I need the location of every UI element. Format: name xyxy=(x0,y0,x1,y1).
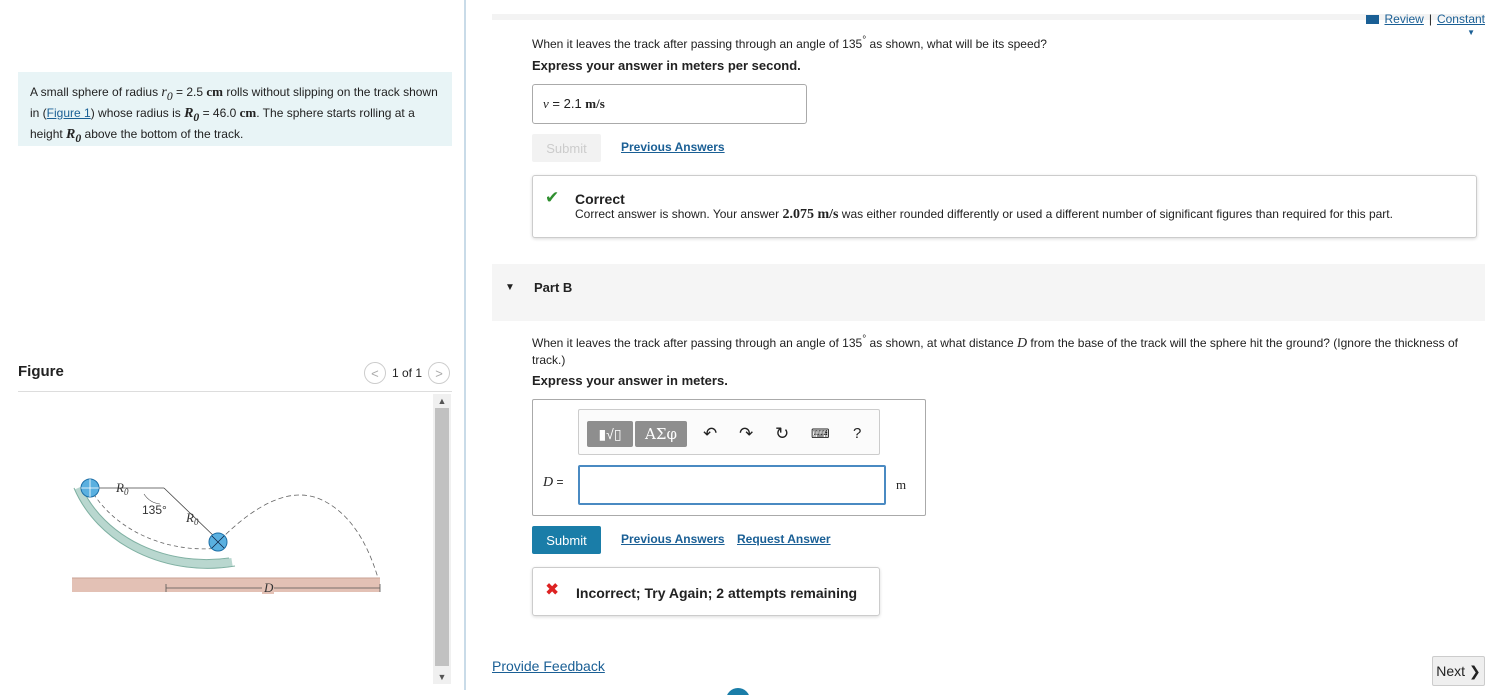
part-b-header[interactable]: ▼ Part B xyxy=(492,264,1485,321)
feedback-message: Correct answer is shown. Your answer 2.0… xyxy=(575,207,1393,222)
panel-divider[interactable] xyxy=(464,0,466,690)
review-link[interactable]: Review xyxy=(1384,12,1423,26)
reset-icon[interactable]: ↻ xyxy=(775,424,789,444)
prev-figure-button[interactable]: < xyxy=(363,362,386,384)
left-panel: A small sphere of radius r0 = 2.5 cm rol… xyxy=(0,0,465,695)
figure-header: Figure < 1 of 1 > xyxy=(18,360,452,392)
r0-unit: cm xyxy=(206,84,223,99)
part-a-submit-button[interactable]: Submit xyxy=(532,134,601,162)
figure-link[interactable]: Figure 1 xyxy=(47,106,91,120)
keyboard-icon[interactable]: ⌨ xyxy=(811,426,830,442)
dashed-center-path xyxy=(89,487,221,550)
next-figure-button[interactable]: > xyxy=(428,362,450,384)
part-a-answer-field[interactable]: v = 2.1 m/s xyxy=(532,84,807,124)
R0-unit: cm xyxy=(239,104,257,120)
chat-bubble-icon[interactable] xyxy=(726,688,750,695)
next-button[interactable]: Next ❯ xyxy=(1432,656,1485,686)
part-a-previous-answers-link[interactable]: Previous Answers xyxy=(621,140,725,154)
figure-scrollbar[interactable]: ▲ ▼ xyxy=(433,394,451,684)
incorrect-feedback-title: Incorrect; Try Again; 2 attempts remaini… xyxy=(576,585,858,601)
label-d: D xyxy=(263,580,274,595)
d-answer-input[interactable] xyxy=(578,465,886,505)
redo-icon[interactable]: ↷ xyxy=(739,424,753,444)
ground xyxy=(72,578,380,592)
part-b-instruction: Express your answer in meters. xyxy=(532,373,728,388)
caret-down-icon[interactable]: ▼ xyxy=(505,282,515,293)
label-r0-a: R0 xyxy=(115,480,129,497)
problem-text: A small sphere of radius xyxy=(30,85,162,99)
figure-title: Figure xyxy=(18,363,64,380)
d-unit: m xyxy=(896,477,907,492)
part-b-submit-button[interactable]: Submit xyxy=(532,526,601,554)
part-a-feedback: ✔ Correct Correct answer is shown. Your … xyxy=(532,175,1477,238)
scroll-down-arrow[interactable]: ▼ xyxy=(433,670,451,684)
part-b-previous-answers-link[interactable]: Previous Answers xyxy=(621,532,725,546)
greek-symbols-button[interactable]: ΑΣφ xyxy=(635,421,687,447)
feedback-title: Correct xyxy=(575,191,625,207)
track-figure: R0 135° R0 D xyxy=(72,478,381,595)
part-b-feedback: ✖ Incorrect; Try Again; 2 attempts remai… xyxy=(532,567,880,616)
templates-button[interactable]: ▮√▯ xyxy=(587,421,633,447)
x-icon: ✖ xyxy=(545,580,560,599)
part-a-question: When it leaves the track after passing t… xyxy=(532,35,1047,51)
r0-symbol: r0 xyxy=(161,85,173,103)
scroll-up-arrow[interactable]: ▲ xyxy=(433,394,451,408)
top-bar: Review | Constant ▼ xyxy=(492,12,1485,37)
help-button[interactable]: ? xyxy=(853,425,861,442)
undo-icon[interactable]: ↶ xyxy=(703,424,717,444)
R0-symbol-2: R0 xyxy=(66,126,82,145)
math-toolbar: ▮√▯ ΑΣφ ↶ ↷ ↻ ⌨ ? xyxy=(578,409,880,455)
request-answer-link[interactable]: Request Answer xyxy=(737,532,831,546)
part-a-instruction: Express your answer in meters per second… xyxy=(532,58,801,73)
track xyxy=(74,486,233,568)
figure-pager: < 1 of 1 > xyxy=(363,362,450,384)
label-angle: 135° xyxy=(142,503,167,517)
problem-statement: A small sphere of radius r0 = 2.5 cm rol… xyxy=(18,72,452,146)
check-icon: ✔ xyxy=(545,188,560,207)
trajectory xyxy=(219,494,379,579)
part-b-title: Part B xyxy=(534,280,573,295)
provide-feedback-link[interactable]: Provide Feedback xyxy=(492,658,605,674)
constants-link[interactable]: Constant xyxy=(1437,12,1485,26)
book-icon xyxy=(1366,14,1380,24)
label-r0-b: R0 xyxy=(185,510,199,527)
figure-page-count: 1 of 1 xyxy=(391,366,422,380)
R0-symbol: R0 xyxy=(184,105,200,124)
d-input-label: D = xyxy=(543,475,564,490)
math-editor: ▮√▯ ΑΣφ ↶ ↷ ↻ ⌨ ? D = m xyxy=(532,399,926,516)
scroll-thumb[interactable] xyxy=(435,408,449,666)
part-b-question: When it leaves the track after passing t… xyxy=(532,334,1458,367)
chevron-down-icon[interactable]: ▼ xyxy=(1467,28,1475,37)
top-links: Review | Constant xyxy=(1366,12,1485,26)
